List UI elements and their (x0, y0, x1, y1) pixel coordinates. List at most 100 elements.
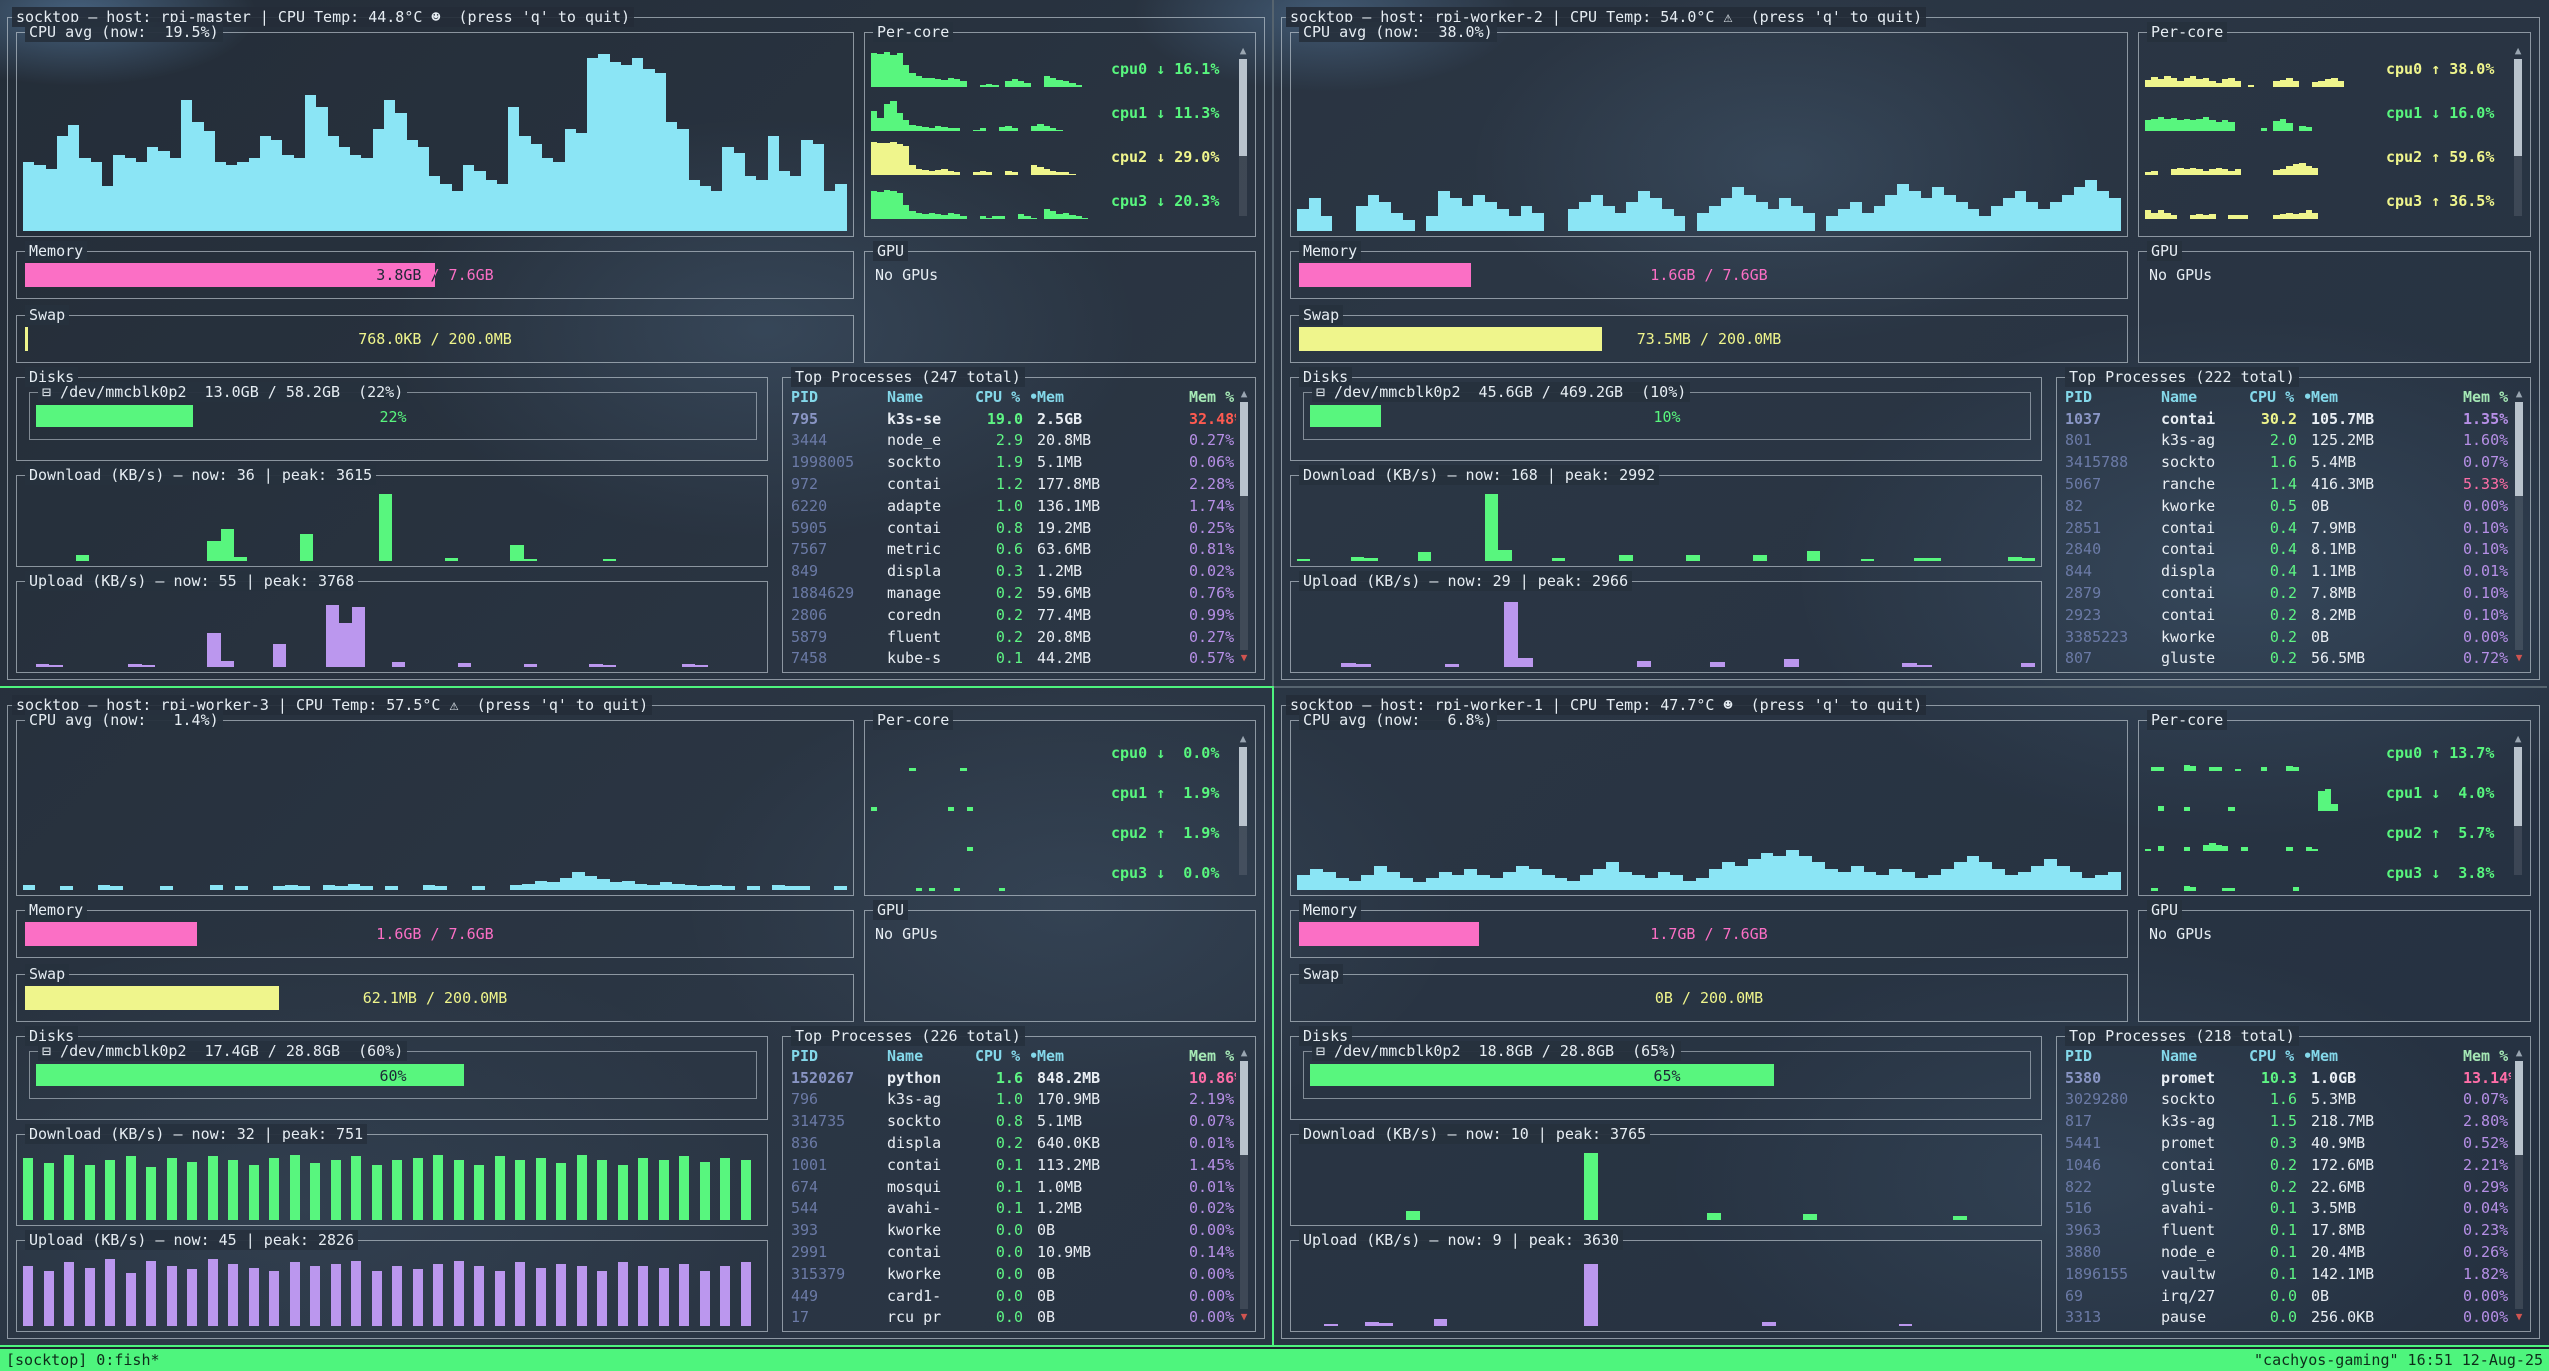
scrollbar-thumb[interactable] (1239, 59, 1247, 156)
column-header[interactable]: Mem % (1189, 1047, 1236, 1065)
chart-bar (2286, 123, 2292, 131)
chart-bar (779, 171, 790, 231)
chart-bar (598, 54, 609, 231)
chart-bar (2312, 213, 2318, 219)
chart-bar (335, 886, 347, 890)
column-header[interactable]: Mem (2311, 388, 2463, 406)
scrollbar-track[interactable] (1239, 59, 1247, 216)
scrollbar-track[interactable] (2515, 1061, 2523, 1309)
tmux-session-window-label[interactable]: [socktop] 0:fish* (6, 1349, 160, 1371)
column-header[interactable]: PID (791, 388, 887, 406)
chart-bar (348, 884, 360, 890)
scrollbar-track[interactable] (1239, 747, 1247, 875)
tmux-pane[interactable]: socktop — host: rpi-worker-1 | CPU Temp:… (1274, 688, 2547, 1345)
scrollbar-thumb[interactable] (2514, 59, 2522, 156)
chart-bar (208, 1156, 218, 1220)
chart-bar (797, 886, 809, 890)
scrollbar-track[interactable] (1240, 1061, 1248, 1309)
chart-bar (1606, 862, 1619, 890)
process-cell: 844 (2065, 562, 2161, 580)
scroll-up-icon[interactable]: ▲ (1241, 1047, 1248, 1059)
scroll-up-icon[interactable]: ▲ (1240, 733, 1247, 745)
chart-bar (181, 100, 192, 231)
column-header[interactable]: Name (2161, 1047, 2249, 1065)
process-row: 1998005sockto1.95.1MB0.06% (791, 451, 1236, 473)
process-cell: 0.1 (975, 649, 1037, 666)
cpu-avg-title: CPU avg (now: 1.4%) (25, 710, 223, 730)
chart-bar (433, 1155, 443, 1220)
scroll-down-icon[interactable]: ▼ (2516, 1311, 2523, 1323)
process-cell: 2.80% (2463, 1112, 2511, 1130)
column-header[interactable]: PID (2065, 1047, 2161, 1065)
column-header[interactable]: Mem (1037, 388, 1189, 406)
gauge-fill: 1.7GB / 7.6GB (1299, 922, 1479, 946)
process-table: PIDNameCPU % •MemMem %5380promet10.31.0G… (2065, 1045, 2511, 1325)
process-scrollbar[interactable]: ▲ ▼ (1236, 386, 1252, 666)
chart-bar (23, 162, 34, 231)
per-core-scrollbar[interactable]: ▲ ▼ (2510, 43, 2526, 232)
process-cell: 0.10% (2463, 584, 2511, 602)
scroll-up-icon[interactable]: ▲ (2516, 1047, 2523, 1059)
scroll-down-icon[interactable]: ▼ (2516, 652, 2523, 664)
scrollbar-track[interactable] (2514, 59, 2522, 216)
column-header[interactable]: Mem % (2463, 1047, 2511, 1065)
scroll-down-icon[interactable]: ▼ (1241, 1311, 1248, 1323)
scroll-up-icon[interactable]: ▲ (2515, 733, 2522, 745)
column-header[interactable]: Name (887, 388, 975, 406)
scrollbar-thumb[interactable] (1239, 747, 1247, 826)
column-header[interactable]: Name (887, 1047, 975, 1065)
core-row: cpu1 ↓ 4.0% (2145, 771, 2510, 811)
charts-row: CPU avg (now: 38.0%) Per-core cpu0 ↑ 38.… (1290, 32, 2531, 237)
pane-frame: socktop — host: rpi-worker-1 | CPU Temp:… (1281, 705, 2540, 1339)
per-core-scrollbar[interactable]: ▲ ▼ (2510, 731, 2526, 891)
process-scrollbar[interactable]: ▲ ▼ (2511, 386, 2527, 666)
tmux-pane[interactable]: socktop — host: rpi-worker-2 | CPU Temp:… (1274, 0, 2547, 686)
process-scrollbar[interactable]: ▲ ▼ (1236, 1045, 1252, 1325)
column-header[interactable]: Mem % (2463, 388, 2511, 406)
scroll-up-icon[interactable]: ▲ (1241, 388, 1248, 400)
tmux-screen: socktop — host: rpi-master | CPU Temp: 4… (0, 0, 2549, 1371)
chart-bar (407, 140, 418, 231)
process-scrollbar[interactable]: ▲ ▼ (2511, 1045, 2527, 1325)
column-header[interactable]: CPU % • (2249, 388, 2311, 406)
scrollbar-track[interactable] (2515, 402, 2523, 650)
chart-bar (835, 184, 846, 231)
process-row: 1896155vaultw0.1142.1MB1.82% (2065, 1263, 2511, 1285)
scroll-up-icon[interactable]: ▲ (2515, 45, 2522, 57)
column-header[interactable]: CPU % • (975, 1047, 1037, 1065)
column-header[interactable]: CPU % • (975, 388, 1037, 406)
chart-bar (618, 1165, 628, 1220)
chart-bar (372, 1165, 382, 1220)
tmux-pane[interactable]: socktop — host: rpi-worker-3 | CPU Temp:… (0, 688, 1272, 1345)
column-header[interactable]: PID (791, 1047, 887, 1065)
chart-bar (2015, 191, 2027, 231)
scrollbar-thumb[interactable] (2515, 402, 2523, 496)
column-header[interactable]: CPU % • (2249, 1047, 2311, 1065)
column-header[interactable]: Name (2161, 388, 2249, 406)
scrollbar-thumb[interactable] (1240, 402, 1248, 496)
scrollbar-track[interactable] (1240, 402, 1248, 650)
scroll-up-icon[interactable]: ▲ (2516, 388, 2523, 400)
chart-bar (1954, 862, 1967, 890)
scrollbar-thumb[interactable] (1240, 1061, 1248, 1155)
per-core-scrollbar[interactable]: ▲ ▼ (1235, 43, 1251, 232)
column-header[interactable]: Mem (1037, 1047, 1189, 1065)
process-cell: 7.8MB (2311, 584, 2463, 602)
core-row: cpu1 ↑ 1.9% (871, 771, 1235, 811)
tmux-pane[interactable]: socktop — host: rpi-master | CPU Temp: 4… (0, 0, 1272, 686)
scroll-down-icon[interactable]: ▼ (1241, 652, 1248, 664)
chart-bar (1779, 198, 1791, 231)
process-cell: kworke (2161, 628, 2249, 646)
scrollbar-thumb[interactable] (2515, 1061, 2523, 1155)
column-header[interactable]: PID (2065, 388, 2161, 406)
per-core-rows: cpu0 ↑ 13.7%cpu1 ↓ 4.0%cpu2 ↑ 5.7%cpu3 ↓… (2145, 731, 2510, 891)
column-header[interactable]: Mem (2311, 1047, 2463, 1065)
scroll-up-icon[interactable]: ▲ (1240, 45, 1247, 57)
process-cell: node_e (2161, 1243, 2249, 1261)
scrollbar-thumb[interactable] (2514, 747, 2522, 826)
process-row: 82kworke0.50B0.00% (2065, 495, 2511, 517)
scrollbar-track[interactable] (2514, 747, 2522, 875)
column-header[interactable]: Mem % (1189, 388, 1236, 406)
per-core-scrollbar[interactable]: ▲ ▼ (1235, 731, 1251, 891)
core-label: cpu2 ↑ 1.9% (1101, 823, 1235, 843)
